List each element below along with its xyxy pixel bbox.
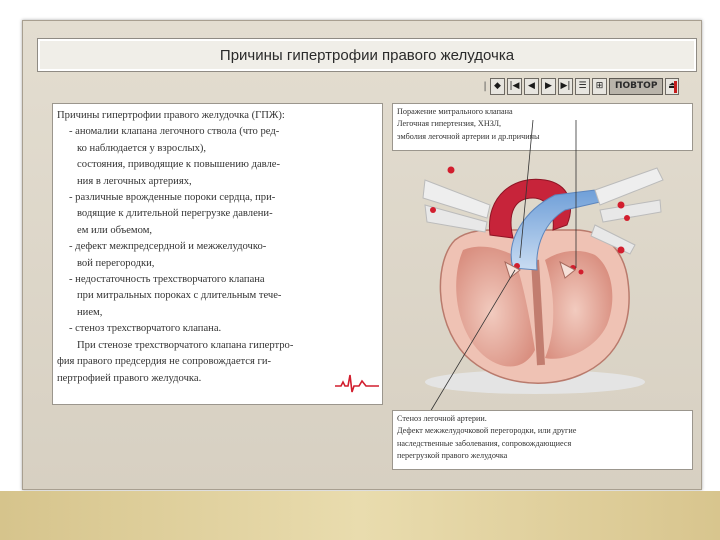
diamond-icon: ◆ bbox=[494, 81, 501, 91]
contents-button[interactable]: ☰ bbox=[575, 77, 590, 95]
callout-line: Дефект межжелудочковой перегородки, или … bbox=[397, 426, 577, 436]
arrow-left-icon: ◀ bbox=[528, 81, 535, 91]
callout-line: Легочная гипертензия, ХНЗЛ, bbox=[397, 119, 502, 129]
callout-line: Поражение митрального клапана bbox=[397, 107, 513, 116]
last-slide-button[interactable]: ▶| bbox=[558, 77, 573, 95]
skip-forward-icon: ▶| bbox=[560, 81, 571, 91]
callout-mitral-lesion: Поражение митрального клапана Легочная г… bbox=[392, 103, 693, 151]
footer-band bbox=[0, 491, 720, 540]
text-line: ко наблюдается у взрослых), bbox=[77, 142, 207, 154]
list-icon: ☰ bbox=[578, 81, 587, 91]
skip-back-icon: |◀ bbox=[509, 81, 520, 91]
toolbar-separator: | bbox=[483, 80, 487, 92]
text-line: - различные врожденные пороки сердца, пр… bbox=[69, 192, 276, 204]
search-icon: ⊞ bbox=[595, 81, 604, 91]
text-line: пертрофией правого желудочка. bbox=[57, 372, 202, 384]
text-line: - дефект межпредсердной и межжелудочко- bbox=[69, 241, 267, 253]
text-line: - стеноз трехстворчатого клапана. bbox=[69, 323, 222, 335]
text-line: - недостаточность трехстворчатого клапан… bbox=[69, 274, 265, 286]
text-line: при митральных пороках с длительным тече… bbox=[77, 290, 282, 302]
heart-illustration bbox=[422, 166, 664, 394]
text-line: фия правого предсердия не сопровождается… bbox=[57, 356, 272, 368]
text-line: - аномалии клапана легочного ствола (что… bbox=[69, 126, 280, 138]
prev-slide-button[interactable]: ◀ bbox=[524, 77, 539, 95]
callout-line: Стеноз легочной артерии. bbox=[397, 414, 487, 423]
callout-pulmonary-stenosis: Стеноз легочной артерии. Дефект межжелуд… bbox=[392, 410, 693, 470]
callout-line: эмболия легочной артерии и др.причины bbox=[397, 131, 540, 141]
ecg-wave-icon bbox=[335, 374, 379, 393]
navigation-toolbar: | ◆ |◀ ◀ ▶ ▶| ☰ ⊞ ПОВТОР ⏏ bbox=[482, 76, 680, 96]
text-line: нием, bbox=[77, 306, 103, 318]
text-line: водящие к длительной перегрузке давлени- bbox=[77, 208, 273, 220]
repeat-button[interactable]: ПОВТОР bbox=[609, 77, 664, 95]
exit-icon: ⏏ bbox=[668, 81, 677, 91]
first-slide-button[interactable]: |◀ bbox=[507, 77, 522, 95]
repeat-label: ПОВТОР bbox=[615, 81, 658, 91]
causes-text-panel: Причины гипертрофии правого желудочка (Г… bbox=[52, 103, 383, 405]
slide-title: Причины гипертрофии правого желудочка bbox=[37, 38, 697, 72]
text-line: ния в легочных артериях, bbox=[77, 175, 192, 187]
text-line: Причины гипертрофии правого желудочка (Г… bbox=[57, 110, 285, 121]
callout-line: наследственные заболевания, сопровождающ… bbox=[397, 438, 572, 448]
next-slide-button[interactable]: ▶ bbox=[541, 77, 556, 95]
slide-title-text: Причины гипертрофии правого желудочка bbox=[219, 46, 515, 64]
text-line: состояния, приводящие к повышению давле- bbox=[77, 159, 281, 171]
exit-button[interactable]: ⏏ bbox=[665, 77, 680, 95]
help-button[interactable]: ◆ bbox=[490, 77, 505, 95]
text-line: При стенозе трехстворчатого клапана гипе… bbox=[77, 339, 294, 351]
search-button[interactable]: ⊞ bbox=[592, 77, 607, 95]
text-line: ем или объемом, bbox=[77, 224, 153, 236]
callout-line: перегрузкой правого желудочка bbox=[397, 451, 508, 461]
arrow-right-icon: ▶ bbox=[545, 81, 552, 91]
text-line: вой перегородки, bbox=[77, 257, 155, 269]
